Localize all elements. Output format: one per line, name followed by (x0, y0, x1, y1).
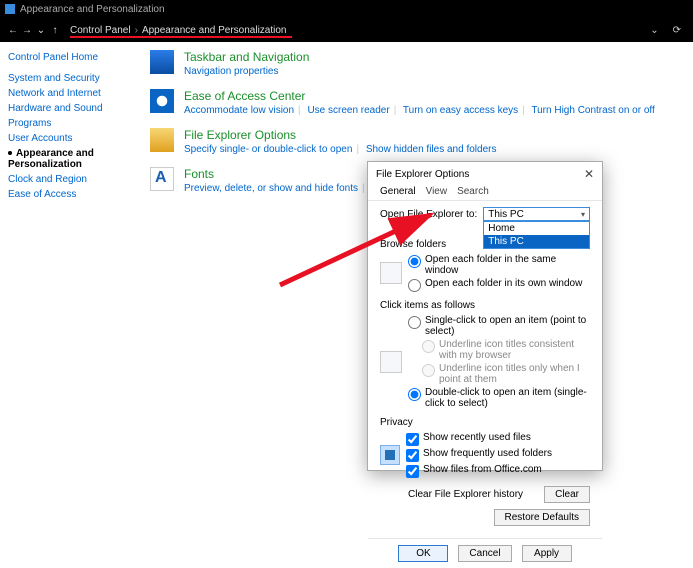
up-button[interactable]: ↑ (48, 25, 62, 36)
folder-icon (150, 128, 174, 152)
link[interactable]: Preview, delete, or show and hide fonts (184, 183, 358, 194)
tab-view[interactable]: View (426, 186, 448, 200)
section-taskbar: Taskbar and Navigation Navigation proper… (150, 50, 683, 77)
combo-value: This PC (488, 209, 524, 220)
forward-button[interactable]: → (20, 25, 34, 36)
radio-underline-point (422, 364, 435, 377)
chevron-down-icon: ▾ (581, 210, 585, 219)
link[interactable]: Use screen reader (307, 105, 389, 116)
combo-option-thispc[interactable]: This PC (484, 235, 589, 248)
sidebar-item-hardware[interactable]: Hardware and Sound (8, 103, 132, 114)
refresh-button[interactable]: ⟳ (673, 25, 681, 36)
breadcrumb-part-2[interactable]: Appearance and Personalization (142, 25, 287, 36)
section-ease: Ease of Access Center Accommodate low vi… (150, 89, 683, 116)
fonts-icon (150, 167, 174, 191)
browse-folders-icon (380, 262, 402, 284)
recent-button[interactable]: ⌄ (34, 25, 48, 36)
sidebar-item-clock[interactable]: Clock and Region (8, 174, 132, 185)
titlebar: Appearance and Personalization (0, 0, 693, 18)
radio-double-click[interactable] (408, 388, 421, 401)
section-file-explorer: File Explorer Options Specify single- or… (150, 128, 683, 155)
sidebar-item-system[interactable]: System and Security (8, 73, 132, 84)
radio-single-click[interactable] (408, 316, 421, 329)
check-office-files[interactable] (406, 465, 419, 478)
link[interactable]: Show hidden files and folders (366, 144, 497, 155)
annotation-underline (70, 36, 292, 38)
sidebar: Control Panel Home System and Security N… (0, 42, 140, 500)
section-title[interactable]: File Explorer Options (184, 128, 496, 142)
control-panel-icon (5, 4, 15, 14)
breadcrumb-part-1[interactable]: Control Panel (70, 25, 131, 36)
cancel-button[interactable]: Cancel (458, 545, 511, 562)
section-title[interactable]: Ease of Access Center (184, 89, 655, 103)
privacy-label: Privacy (380, 417, 590, 428)
taskbar-icon (150, 50, 174, 74)
sidebar-item-network[interactable]: Network and Internet (8, 88, 132, 99)
restore-defaults-button[interactable]: Restore Defaults (494, 509, 590, 526)
sidebar-home[interactable]: Control Panel Home (8, 52, 132, 63)
open-explorer-label: Open File Explorer to: (380, 209, 477, 220)
section-title[interactable]: Taskbar and Navigation (184, 50, 309, 64)
address-bar: ← → ⌄ ↑ Control Panel › Appearance and P… (0, 18, 693, 42)
back-button[interactable]: ← (6, 25, 20, 36)
link[interactable]: Accommodate low vision (184, 105, 294, 116)
check-recent-files[interactable] (406, 433, 419, 446)
click-items-label: Click items as follows (380, 300, 590, 311)
chevron-right-icon: › (135, 25, 138, 36)
radio-same-window[interactable] (408, 255, 421, 268)
clear-button[interactable]: Clear (544, 486, 590, 503)
clear-history-label: Clear File Explorer history (408, 489, 523, 500)
ok-button[interactable]: OK (398, 545, 448, 562)
link[interactable]: Specify single- or double-click to open (184, 144, 352, 155)
breadcrumb-dropdown[interactable]: ⌄ (650, 25, 658, 36)
combo-option-home[interactable]: Home (484, 222, 589, 235)
open-explorer-combo[interactable]: This PC ▾ Home This PC (483, 207, 590, 221)
breadcrumb[interactable]: Control Panel › Appearance and Personali… (70, 25, 286, 36)
sidebar-item-ease[interactable]: Ease of Access (8, 189, 132, 200)
dialog-tabs: General View Search (368, 182, 602, 201)
sidebar-item-appearance[interactable]: Appearance and Personalization (8, 148, 132, 170)
dialog-title: File Explorer Options (376, 169, 469, 180)
radio-own-window[interactable] (408, 279, 421, 292)
combo-dropdown: Home This PC (483, 221, 590, 249)
check-frequent-folders[interactable] (406, 449, 419, 462)
link-nav-props[interactable]: Navigation properties (184, 66, 279, 77)
radio-underline-browser (422, 340, 435, 353)
file-explorer-options-dialog: File Explorer Options ✕ General View Sea… (367, 161, 603, 471)
ease-icon (150, 89, 174, 113)
sidebar-item-programs[interactable]: Programs (8, 118, 132, 129)
apply-button[interactable]: Apply (522, 545, 572, 562)
tab-general[interactable]: General (380, 186, 416, 200)
window-title: Appearance and Personalization (20, 4, 165, 15)
click-items-icon (380, 351, 402, 373)
close-button[interactable]: ✕ (584, 167, 594, 181)
link[interactable]: Turn High Contrast on or off (531, 105, 654, 116)
link[interactable]: Turn on easy access keys (403, 105, 518, 116)
tab-search[interactable]: Search (457, 186, 489, 200)
privacy-icon (380, 445, 400, 465)
sidebar-item-users[interactable]: User Accounts (8, 133, 132, 144)
